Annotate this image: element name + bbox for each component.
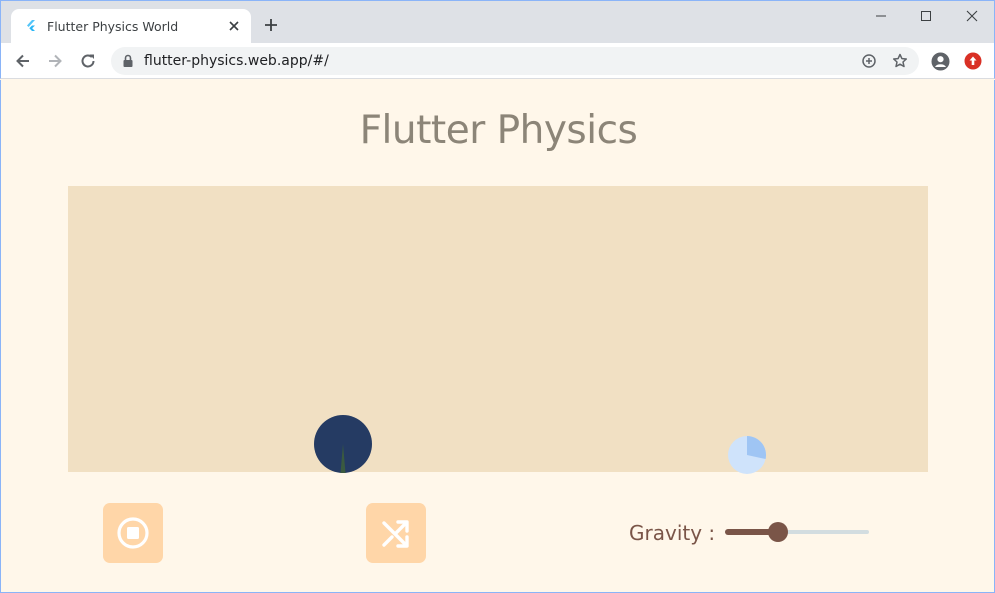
shuffle-icon — [382, 520, 409, 548]
browser-tab[interactable]: Flutter Physics World — [11, 9, 251, 44]
new-tab-icon[interactable] — [263, 17, 279, 33]
browser-titlebar: Flutter Physics World — [0, 0, 995, 44]
gravity-label: Gravity : — [629, 521, 716, 545]
back-arrow-icon[interactable] — [14, 52, 32, 70]
slider-thumb[interactable] — [768, 522, 789, 542]
bookmark-star-icon[interactable] — [891, 52, 909, 70]
forward-arrow-icon[interactable] — [46, 52, 64, 70]
gravity-slider[interactable] — [725, 522, 871, 542]
zoom-icon[interactable] — [860, 52, 878, 70]
large-ball[interactable] — [313, 414, 373, 474]
shuffle-button[interactable] — [366, 503, 426, 563]
maximize-icon[interactable] — [919, 9, 933, 23]
page-title: Flutter Physics — [359, 108, 638, 153]
physics-world[interactable] — [68, 186, 928, 474]
small-ball[interactable] — [726, 434, 768, 476]
close-tab-icon[interactable] — [226, 18, 242, 34]
minimize-icon[interactable] — [874, 9, 888, 23]
stop-button[interactable] — [103, 503, 163, 563]
stop-circle-icon — [117, 517, 149, 549]
flutter-app: Flutter Physics Gravity : — [0, 80, 995, 593]
url-text: flutter-physics.web.app/#/ — [144, 53, 329, 69]
reload-icon[interactable] — [79, 52, 97, 70]
close-window-icon[interactable] — [965, 9, 979, 23]
lock-icon — [123, 54, 133, 67]
profile-icon[interactable] — [931, 52, 950, 71]
address-bar[interactable]: flutter-physics.web.app/#/ — [111, 47, 919, 75]
flutter-icon — [27, 20, 35, 31]
update-icon[interactable] — [964, 52, 982, 70]
tab-title: Flutter Physics World — [47, 19, 179, 34]
browser-toolbar: flutter-physics.web.app/#/ — [0, 43, 995, 79]
